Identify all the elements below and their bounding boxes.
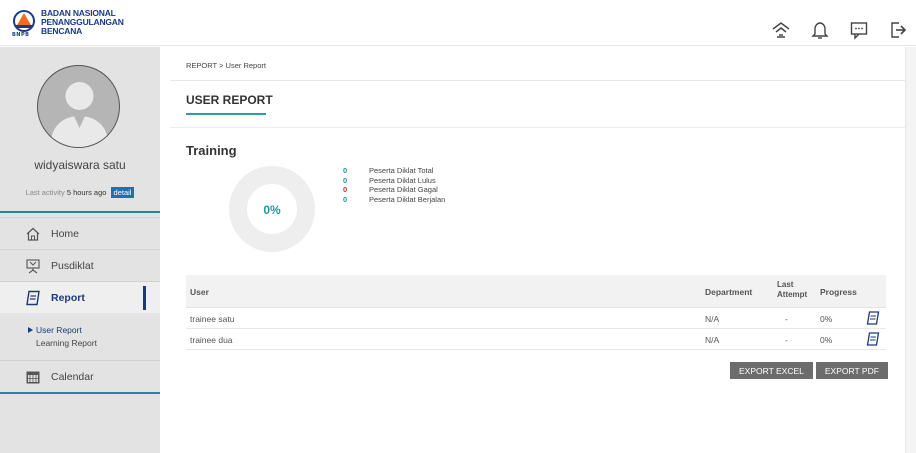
- edit-icon[interactable]: [866, 332, 880, 346]
- sidebar: widyaiswara satu Last activity 5 hours a…: [0, 47, 160, 453]
- stat-value: 0: [343, 194, 348, 204]
- activity-prefix: Last activity: [25, 188, 65, 197]
- sidebar-item-report[interactable]: Report: [0, 281, 160, 313]
- report-icon: [26, 290, 40, 305]
- sidebar-item-label: Home: [51, 227, 80, 240]
- home-icon[interactable]: [771, 20, 791, 40]
- stat-berjalan: 0 Peserta Diklat Berjalan: [343, 195, 445, 205]
- cell-user: trainee dua: [190, 335, 233, 345]
- subnav-learning-report[interactable]: Learning Report: [36, 338, 97, 348]
- col-department[interactable]: Department: [705, 287, 752, 297]
- home-icon: [26, 227, 40, 241]
- logo-abbr: BNPB: [12, 32, 30, 38]
- username: widyaiswara satu: [34, 158, 126, 172]
- stat-gagal: 0 Peserta Diklat Gagal: [343, 185, 445, 195]
- stat-label: Peserta Diklat Total: [369, 166, 434, 176]
- title-underline: [186, 113, 266, 115]
- chat-icon[interactable]: [849, 20, 869, 40]
- bnpb-logo[interactable]: BNPB BADAN NASIONAL PENANGGULANGAN BENCA…: [11, 5, 151, 41]
- col-last-attempt-2[interactable]: Attempt: [777, 290, 807, 299]
- col-user[interactable]: User: [190, 287, 209, 297]
- logo-line-2: PENANGGULANGAN BENCANA: [41, 17, 124, 36]
- sidebar-item-label: Calendar: [51, 370, 94, 383]
- sidebar-item-label: Pusdiklat: [51, 259, 94, 272]
- table-row: trainee satu N/A - 0%: [186, 308, 886, 329]
- export-buttons: EXPORT EXCEL EXPORT PDF: [730, 362, 888, 379]
- cell-progress: 0%: [820, 335, 833, 345]
- sidebar-item-label: Report: [51, 291, 85, 304]
- stats-list: 0 Peserta Diklat Total 0 Peserta Diklat …: [343, 166, 445, 204]
- main-content: REPORT > User Report USER REPORT Trainin…: [160, 47, 916, 453]
- stat-value: 0: [343, 185, 348, 195]
- subnav-label: Learning Report: [36, 338, 97, 348]
- edit-icon[interactable]: [866, 311, 880, 325]
- detail-button[interactable]: detail: [110, 187, 135, 198]
- user-table: User Department Last Attempt Progress tr…: [186, 275, 886, 350]
- page-title: USER REPORT: [186, 93, 273, 107]
- last-activity: Last activity 5 hours ago detail: [0, 187, 160, 198]
- cell-last-attempt: -: [785, 314, 788, 324]
- sidebar-divider-bottom: [0, 392, 160, 394]
- sidebar-item-home[interactable]: Home: [0, 217, 160, 249]
- calendar-icon: [26, 371, 40, 383]
- sidebar-divider: [0, 211, 160, 213]
- sidebar-item-pusdiklat[interactable]: Pusdiklat: [0, 249, 160, 281]
- cell-last-attempt: -: [785, 335, 788, 345]
- export-pdf-button[interactable]: EXPORT PDF: [815, 362, 888, 379]
- bell-icon[interactable]: [810, 20, 830, 40]
- export-excel-button[interactable]: EXPORT EXCEL: [730, 362, 813, 379]
- breadcrumb[interactable]: REPORT > User Report: [186, 61, 266, 70]
- pusdiklat-icon: [26, 258, 40, 273]
- table-row: trainee dua N/A - 0%: [186, 329, 886, 350]
- cell-progress: 0%: [820, 314, 833, 324]
- table-header: User Department Last Attempt Progress: [186, 275, 886, 308]
- stat-lulus: 0 Peserta Diklat Lulus: [343, 176, 445, 186]
- scrollbar[interactable]: [905, 47, 916, 453]
- section-title: Training: [186, 143, 237, 158]
- active-indicator: [143, 286, 146, 310]
- activity-time: 5 hours ago: [66, 188, 107, 197]
- stat-label: Peserta Diklat Berjalan: [369, 194, 446, 204]
- stat-value: 0: [343, 175, 348, 185]
- subnav-user-report[interactable]: User Report: [28, 325, 82, 335]
- logo-text: BADAN NASIONAL PENANGGULANGAN BENCANA: [41, 9, 151, 36]
- logout-icon[interactable]: [888, 20, 908, 40]
- top-bar: BNPB BADAN NASIONAL PENANGGULANGAN BENCA…: [0, 0, 916, 46]
- cell-department: N/A: [705, 335, 720, 345]
- stat-label: Peserta Diklat Lulus: [369, 175, 436, 185]
- caret-right-icon: [28, 327, 33, 333]
- stat-total: 0 Peserta Diklat Total: [343, 166, 445, 176]
- stat-value: 0: [343, 166, 348, 176]
- avatar[interactable]: [37, 65, 120, 148]
- col-last-attempt-1[interactable]: Last: [777, 280, 793, 289]
- title-divider: [170, 127, 906, 128]
- cell-department: N/A: [705, 314, 720, 324]
- col-progress[interactable]: Progress: [820, 287, 857, 297]
- breadcrumb-divider: [170, 80, 906, 81]
- subnav-label: User Report: [36, 325, 82, 335]
- stat-label: Peserta Diklat Gagal: [369, 185, 438, 195]
- user-silhouette-icon: [50, 82, 109, 147]
- sidebar-item-calendar[interactable]: Calendar: [0, 360, 160, 392]
- top-icons: [771, 20, 908, 40]
- progress-percent: 0%: [263, 203, 281, 217]
- cell-user: trainee satu: [190, 314, 235, 324]
